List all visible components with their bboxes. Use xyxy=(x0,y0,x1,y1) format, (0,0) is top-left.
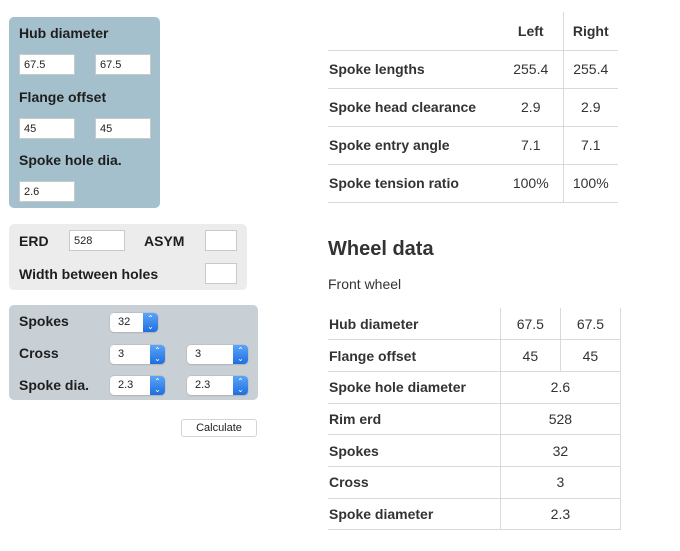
table-row: Spoke diameter 2.3 xyxy=(328,497,622,531)
width-between-holes-label: Width between holes xyxy=(19,266,159,282)
hub-diameter-label: Hub diameter xyxy=(19,25,109,41)
row-value: 3 xyxy=(499,465,622,499)
row-value: 2.3 xyxy=(499,497,622,531)
row-label: Rim erd xyxy=(328,402,501,435)
row-right-value: 255.4 xyxy=(563,49,618,88)
width-between-holes-input[interactable] xyxy=(205,263,237,284)
row-label: Spoke diameter xyxy=(328,497,501,531)
row-left-value: 7.1 xyxy=(499,125,564,164)
flange-offset-right-input[interactable] xyxy=(95,118,151,139)
row-right-value: 45 xyxy=(559,339,622,372)
spokes-label: Spokes xyxy=(19,313,69,329)
row-left-value: 45 xyxy=(499,339,561,372)
cross-right-value: 3 xyxy=(195,348,202,360)
results-header-right: Right xyxy=(572,22,609,39)
spoke-dia-left-value: 2.3 xyxy=(118,379,134,391)
spoke-dia-right-value: 2.3 xyxy=(195,379,211,391)
cross-right-select[interactable]: 3 ⌃ ⌄ xyxy=(187,345,248,364)
spoke-panel: Spokes 32 ⌃ ⌄ Cross 3 ⌃ ⌄ 3 ⌃ ⌄ Spoke dia. … xyxy=(9,305,258,400)
wheel-data-table: Hub diameter 67.5 67.5 Flange offset 45 … xyxy=(328,308,622,531)
table-row: Spoke head clearance 2.9 2.9 xyxy=(328,87,618,126)
row-label: Spoke entry angle xyxy=(328,125,499,164)
asym-label: ASYM xyxy=(144,233,185,249)
table-row: Cross 3 xyxy=(328,465,622,499)
row-label: Spoke hole diameter xyxy=(328,370,501,404)
spoke-hole-input[interactable] xyxy=(19,181,75,202)
updown-chevron-icon: ⌃ ⌄ xyxy=(233,345,248,364)
erd-input[interactable] xyxy=(69,230,125,251)
table-row: Spoke entry angle 7.1 7.1 xyxy=(328,125,618,164)
row-left-value: 2.9 xyxy=(499,87,564,126)
spoke-dia-label: Spoke dia. xyxy=(19,377,90,393)
results-header-row: Left Right xyxy=(328,12,618,50)
row-left-value: 67.5 xyxy=(499,308,561,340)
updown-chevron-icon: ⌃ ⌄ xyxy=(150,345,165,364)
table-row: Flange offset 45 45 xyxy=(328,339,622,372)
table-row: Spoke tension ratio 100% 100% xyxy=(328,163,618,203)
calculate-button[interactable]: Calculate xyxy=(181,419,257,437)
spoke-hole-label: Spoke hole dia. xyxy=(19,152,122,168)
row-right-value: 100% xyxy=(563,163,618,203)
table-row: Spoke hole diameter 2.6 xyxy=(328,370,622,404)
row-right-value: 2.9 xyxy=(563,87,618,126)
results-table: Left Right Spoke lengths 255.4 255.4 Spo… xyxy=(328,12,618,203)
row-label: Spoke head clearance xyxy=(328,87,499,126)
updown-chevron-icon: ⌃ ⌄ xyxy=(233,376,248,395)
table-row: Spokes 32 xyxy=(328,434,622,467)
asym-input[interactable] xyxy=(205,230,237,251)
spoke-dia-left-select[interactable]: 2.3 ⌃ ⌄ xyxy=(110,376,165,395)
row-value: 32 xyxy=(499,434,622,467)
table-row: Rim erd 528 xyxy=(328,402,622,435)
row-left-value: 100% xyxy=(499,163,564,203)
results-header-empty xyxy=(328,12,499,50)
table-row: Hub diameter 67.5 67.5 xyxy=(328,308,622,340)
flange-offset-label: Flange offset xyxy=(19,89,107,105)
updown-chevron-icon: ⌃ ⌄ xyxy=(143,313,158,332)
row-label: Hub diameter xyxy=(329,315,419,332)
row-label: Flange offset xyxy=(328,339,501,372)
results-header-left: Left xyxy=(499,12,564,50)
flange-offset-left-input[interactable] xyxy=(19,118,75,139)
hub-diameter-right-input[interactable] xyxy=(95,54,151,75)
spokes-select-value: 32 xyxy=(118,316,131,328)
hub-diameter-left-input[interactable] xyxy=(19,54,75,75)
rim-panel: ERD ASYM Width between holes xyxy=(9,224,247,290)
row-right-value: 67.5 xyxy=(559,308,622,340)
cross-left-value: 3 xyxy=(118,348,125,360)
table-row: Spoke lengths 255.4 255.4 xyxy=(328,49,618,88)
cross-left-select[interactable]: 3 ⌃ ⌄ xyxy=(110,345,165,364)
row-value: 528 xyxy=(499,402,622,435)
row-label: Spokes xyxy=(328,434,501,467)
erd-label: ERD xyxy=(19,233,49,249)
row-right-value: 7.1 xyxy=(563,125,618,164)
spoke-dia-right-select[interactable]: 2.3 ⌃ ⌄ xyxy=(187,376,248,395)
row-label: Spoke lengths xyxy=(328,49,499,88)
row-value: 2.6 xyxy=(499,370,622,404)
wheel-data-title: Wheel data xyxy=(328,238,434,260)
updown-chevron-icon: ⌃ ⌄ xyxy=(150,376,165,395)
hub-panel: Hub diameter Flange offset Spoke hole di… xyxy=(9,17,160,208)
row-left-value: 255.4 xyxy=(499,49,564,88)
row-label: Spoke tension ratio xyxy=(328,163,499,203)
spokes-select[interactable]: 32 ⌃ ⌄ xyxy=(110,313,158,332)
row-label: Cross xyxy=(328,465,501,499)
cross-label: Cross xyxy=(19,345,59,361)
wheel-data-subtitle: Front wheel xyxy=(328,276,402,292)
